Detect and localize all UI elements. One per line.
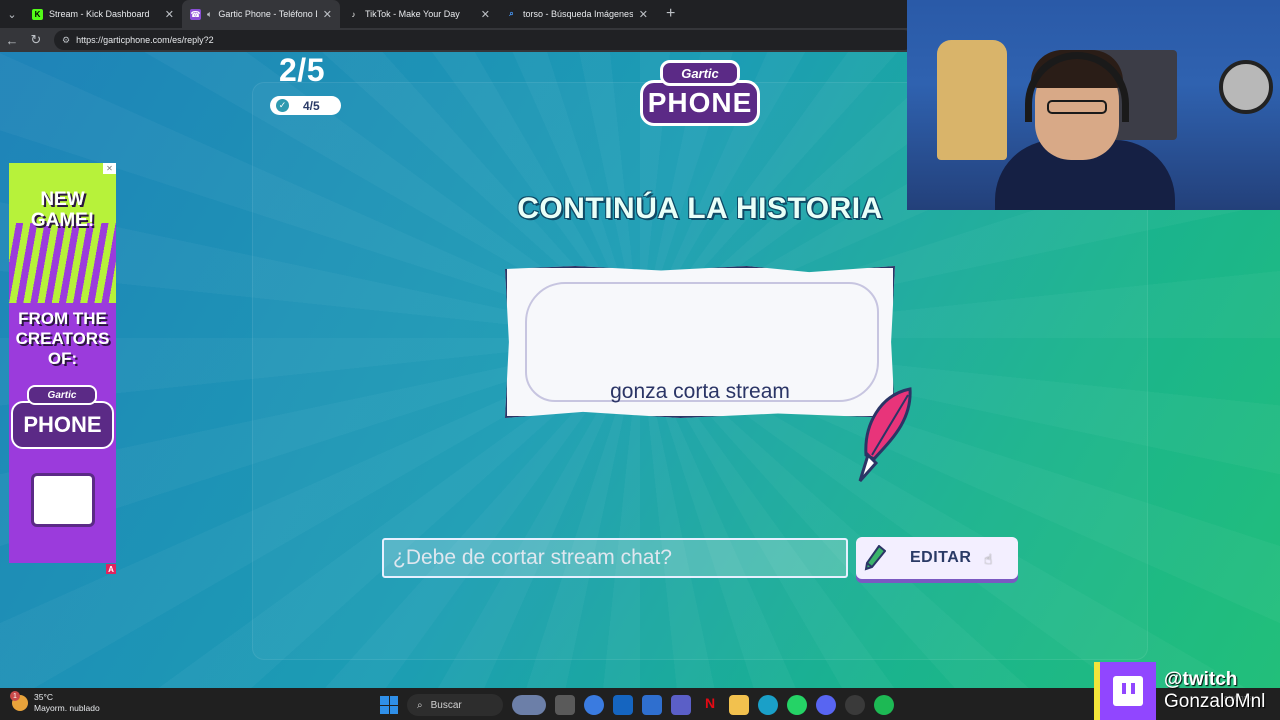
spotify-icon[interactable]	[874, 695, 894, 715]
tab-tiktok[interactable]: ♪ TikTok - Make Your Day ✕	[340, 0, 498, 28]
search-favicon-icon: ⌕	[506, 8, 517, 20]
twitch-handle: @twitch	[1164, 669, 1238, 690]
weather-widget[interactable]: 1 35°C Mayorm. nublado	[10, 691, 100, 714]
twitch-overlay: @twitch GonzaloMnl	[1094, 662, 1280, 720]
twitch-username: GonzaloMnl	[1164, 691, 1266, 712]
gartic-phone-logo: PHONE Gartic	[640, 58, 760, 128]
speaker-icon[interactable]: 🔈︎	[207, 9, 212, 20]
webcam-overlay	[907, 0, 1280, 210]
task-view-icon[interactable]	[555, 695, 575, 715]
hand-cursor-icon: ☝	[984, 551, 993, 567]
kick-favicon-icon: K	[32, 8, 43, 20]
players-done-badge: ✓ 4/5	[270, 96, 341, 115]
tab-close-icon[interactable]: ✕	[639, 8, 648, 21]
tiktok-favicon-icon: ♪	[348, 8, 359, 20]
edit-button[interactable]: EDITAR	[856, 537, 1018, 579]
file-explorer-icon[interactable]	[729, 695, 749, 715]
tab-close-icon[interactable]: ✕	[481, 8, 490, 21]
tab-search-chevron-icon[interactable]: ⌄	[0, 0, 24, 28]
back-arrow-icon[interactable]: ←	[0, 28, 24, 52]
reload-icon[interactable]: ↻	[24, 28, 48, 52]
tab-title: TikTok - Make Your Day	[365, 9, 460, 19]
ad-phone-illustration	[31, 473, 95, 527]
weather-condition: Mayorm. nublado	[34, 703, 100, 713]
edit-button-label: EDITAR	[910, 549, 972, 566]
weather-badge: 1	[10, 691, 20, 701]
windows-taskbar: 1 35°C Mayorm. nublado ⌕ Buscar N	[0, 688, 1280, 720]
taskbar-search-label: Buscar	[430, 699, 462, 711]
quill-pen-icon	[858, 387, 912, 482]
discord-icon[interactable]	[816, 695, 836, 715]
url-text: https://garticphone.com/es/reply?2	[76, 35, 214, 45]
story-answer-input[interactable]: ¿Debe de cortar stream chat?	[382, 538, 848, 578]
ad-logo-phone: PHONE	[11, 401, 114, 449]
store-icon[interactable]	[642, 695, 662, 715]
taskbar-widget-icon[interactable]	[512, 695, 546, 715]
fan-icon	[1219, 60, 1273, 114]
players-done-count: 4/5	[303, 98, 320, 113]
site-info-icon[interactable]: ⚙	[62, 35, 70, 46]
taskbar-search[interactable]: ⌕ Buscar	[407, 694, 503, 716]
copilot-icon[interactable]	[584, 695, 604, 715]
logo-gartic-text: Gartic	[660, 60, 740, 86]
tab-title: torso - Búsqueda Imágenes	[523, 9, 633, 19]
outlook-icon[interactable]	[613, 695, 633, 715]
obs-icon[interactable]	[845, 695, 865, 715]
ad-choices-icon[interactable]: A	[106, 564, 116, 574]
ad-close-icon[interactable]: ✕	[103, 163, 116, 174]
story-text: gonza corta stream	[610, 380, 790, 403]
check-icon: ✓	[276, 99, 289, 112]
ad-banner[interactable]: NEW GAME! FROM THE CREATORS OF: PHONE Ga…	[9, 163, 116, 563]
address-bar[interactable]: ⚙ https://garticphone.com/es/reply?2	[54, 30, 914, 50]
tab-close-icon[interactable]: ✕	[323, 8, 332, 21]
tab-kick-dashboard[interactable]: K Stream - Kick Dashboard ✕	[24, 0, 182, 28]
new-tab-button[interactable]: +	[656, 5, 685, 23]
tab-torso-search[interactable]: ⌕ torso - Búsqueda Imágenes ✕	[498, 0, 656, 28]
ad-headline: NEW GAME!	[30, 189, 95, 231]
pencil-icon	[864, 545, 886, 571]
edge-icon[interactable]	[758, 695, 778, 715]
whatsapp-icon[interactable]	[787, 695, 807, 715]
ad-rays	[9, 223, 116, 303]
windows-start-icon[interactable]	[380, 696, 398, 714]
ad-from-text: FROM THE CREATORS OF:	[15, 309, 110, 368]
gartic-favicon-icon: ☎	[190, 8, 201, 20]
webcam-heater	[937, 40, 1007, 160]
instruction-heading: CONTINÚA LA HISTORIA	[517, 192, 883, 225]
netflix-icon[interactable]: N	[700, 695, 720, 715]
twitch-logo-icon	[1100, 662, 1156, 720]
weather-temperature: 35°C	[34, 692, 53, 702]
ad-logo-gartic: Gartic	[27, 385, 97, 405]
tab-title: Gartic Phone - Teléfono Descompuesto	[218, 9, 316, 19]
tab-title: Stream - Kick Dashboard	[49, 9, 150, 19]
tab-gartic-phone[interactable]: ☎ 🔈︎ Gartic Phone - Teléfono Descompuest…	[182, 0, 340, 28]
weather-icon: 1	[10, 691, 28, 711]
search-icon: ⌕	[417, 699, 423, 711]
logo-phone-text: PHONE	[640, 80, 760, 126]
glasses-icon	[1047, 100, 1107, 114]
tab-close-icon[interactable]: ✕	[165, 8, 174, 21]
teams-icon[interactable]	[671, 695, 691, 715]
round-counter: 2/5	[279, 52, 325, 88]
taskbar-apps: ⌕ Buscar N	[380, 694, 894, 716]
